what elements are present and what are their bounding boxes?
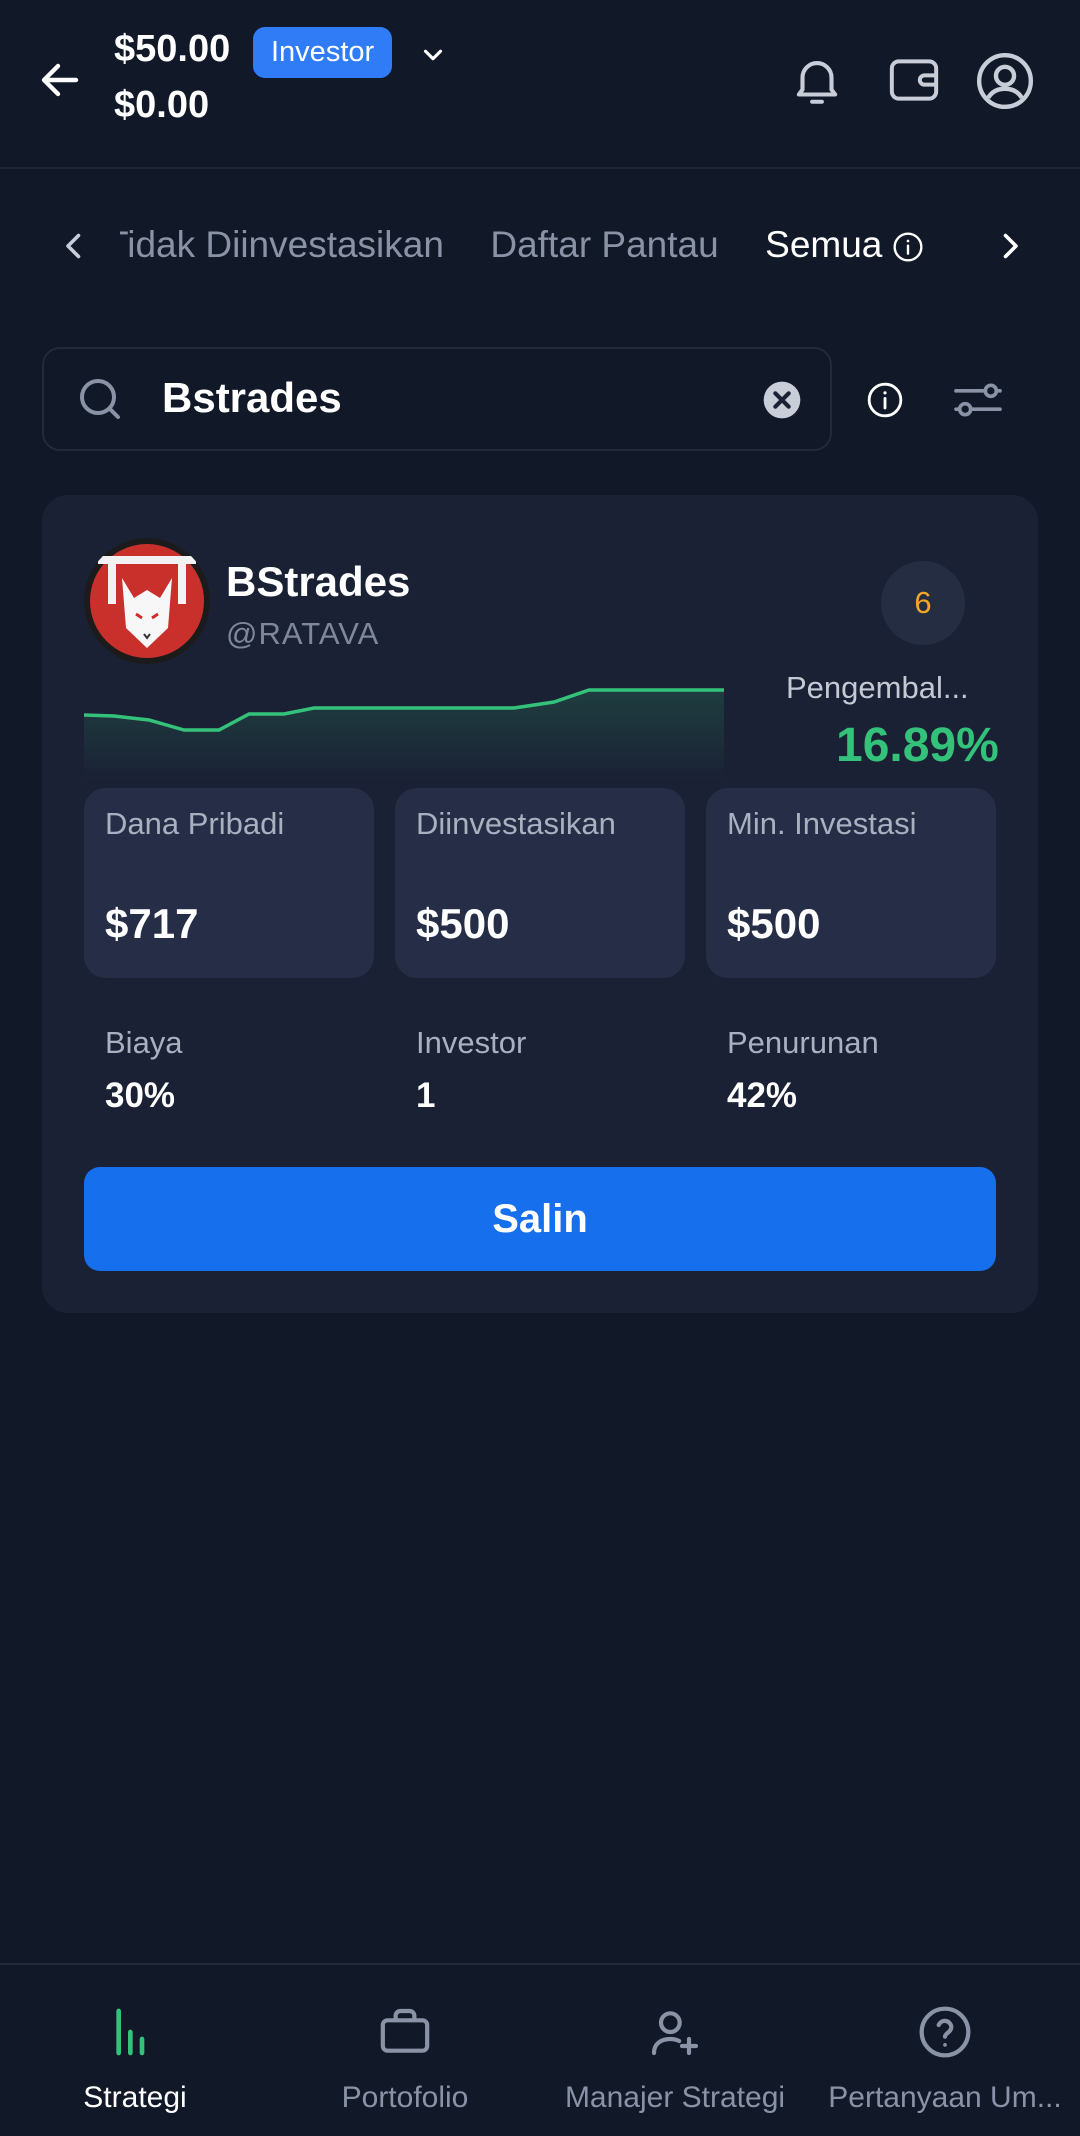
nav-item-strategi[interactable]: Strategi xyxy=(0,1963,270,2134)
help-circle-icon xyxy=(919,2006,971,2058)
tab-all-label: Semua xyxy=(765,224,883,265)
nav-item-portofolio[interactable]: Portofolio xyxy=(270,1963,540,2134)
rank-badge: 6 xyxy=(881,561,965,645)
stat-value: $500 xyxy=(727,900,821,947)
drawdown-label: Penurunan xyxy=(727,1025,879,1060)
avatar xyxy=(84,538,210,664)
clear-search-icon[interactable] xyxy=(762,380,802,420)
return-label: Pengembal... xyxy=(786,670,969,705)
nav-label: Portofolio xyxy=(341,2081,469,2114)
wallet-icon[interactable] xyxy=(884,52,944,108)
tab-watchlist[interactable]: Daftar Pantau xyxy=(490,224,718,266)
stat-value: $500 xyxy=(416,900,510,947)
back-arrow-icon[interactable] xyxy=(36,56,84,104)
chevron-down-icon[interactable] xyxy=(418,40,448,70)
stat-min-investment: Min. Investasi $500 xyxy=(706,788,996,978)
stat-personal-funds: Dana Pribadi $717 xyxy=(84,788,374,978)
stat-invested: Diinvestasikan $500 xyxy=(395,788,685,978)
info-icon[interactable] xyxy=(892,231,924,263)
nav-label: Strategi xyxy=(83,2081,187,2114)
briefcase-icon xyxy=(380,2008,430,2053)
filter-sliders-icon[interactable] xyxy=(952,378,1004,422)
info-icon[interactable] xyxy=(866,381,904,419)
investor-count-value: 1 xyxy=(416,1076,436,1115)
balance-secondary: $0.00 xyxy=(114,84,210,126)
tabs-scroll-left-icon[interactable] xyxy=(56,224,92,268)
search-value[interactable]: Bstrades xyxy=(162,374,342,422)
bar-chart-icon xyxy=(116,2008,145,2056)
trader-handle: @RATAVA xyxy=(226,616,380,651)
tabs-scroll-right-icon[interactable] xyxy=(992,224,1028,268)
return-sparkline xyxy=(84,688,724,780)
nav-label: Manajer Strategi xyxy=(564,2081,786,2114)
investor-count-label: Investor xyxy=(416,1025,527,1060)
nav-item-manajer-strategi[interactable]: Manajer Strategi xyxy=(540,1963,810,2134)
search-input[interactable] xyxy=(42,347,832,451)
role-badge[interactable]: Investor xyxy=(253,27,393,78)
return-value: 16.89% xyxy=(836,719,999,772)
nav-item-faq[interactable]: Pertanyaan Um... xyxy=(810,1963,1080,2134)
stat-label: Dana Pribadi xyxy=(105,806,285,841)
drawdown-value: 42% xyxy=(727,1076,798,1115)
balance-primary: $50.00 xyxy=(114,28,231,70)
nav-label: Pertanyaan Um... xyxy=(828,2081,1062,2114)
copy-button[interactable]: Salin xyxy=(84,1167,996,1271)
trader-name[interactable]: BStrades xyxy=(226,558,410,606)
stat-label: Min. Investasi xyxy=(727,806,917,841)
bell-icon[interactable] xyxy=(788,50,846,110)
stat-value: $717 xyxy=(105,900,199,947)
fee-label: Biaya xyxy=(105,1025,183,1060)
tab-strip: Tidak Diinvestasikan Daftar Pantau Semua xyxy=(120,210,970,282)
tab-all[interactable]: Semua xyxy=(765,224,924,266)
fox-mask-logo-icon xyxy=(84,538,210,664)
tab-not-invested[interactable]: Tidak Diinvestasikan xyxy=(120,224,444,266)
search-icon xyxy=(80,379,120,419)
fee-value: 30% xyxy=(105,1076,176,1115)
user-plus-icon xyxy=(651,2011,699,2056)
account-icon[interactable] xyxy=(974,50,1036,112)
stat-label: Diinvestasikan xyxy=(416,806,616,841)
